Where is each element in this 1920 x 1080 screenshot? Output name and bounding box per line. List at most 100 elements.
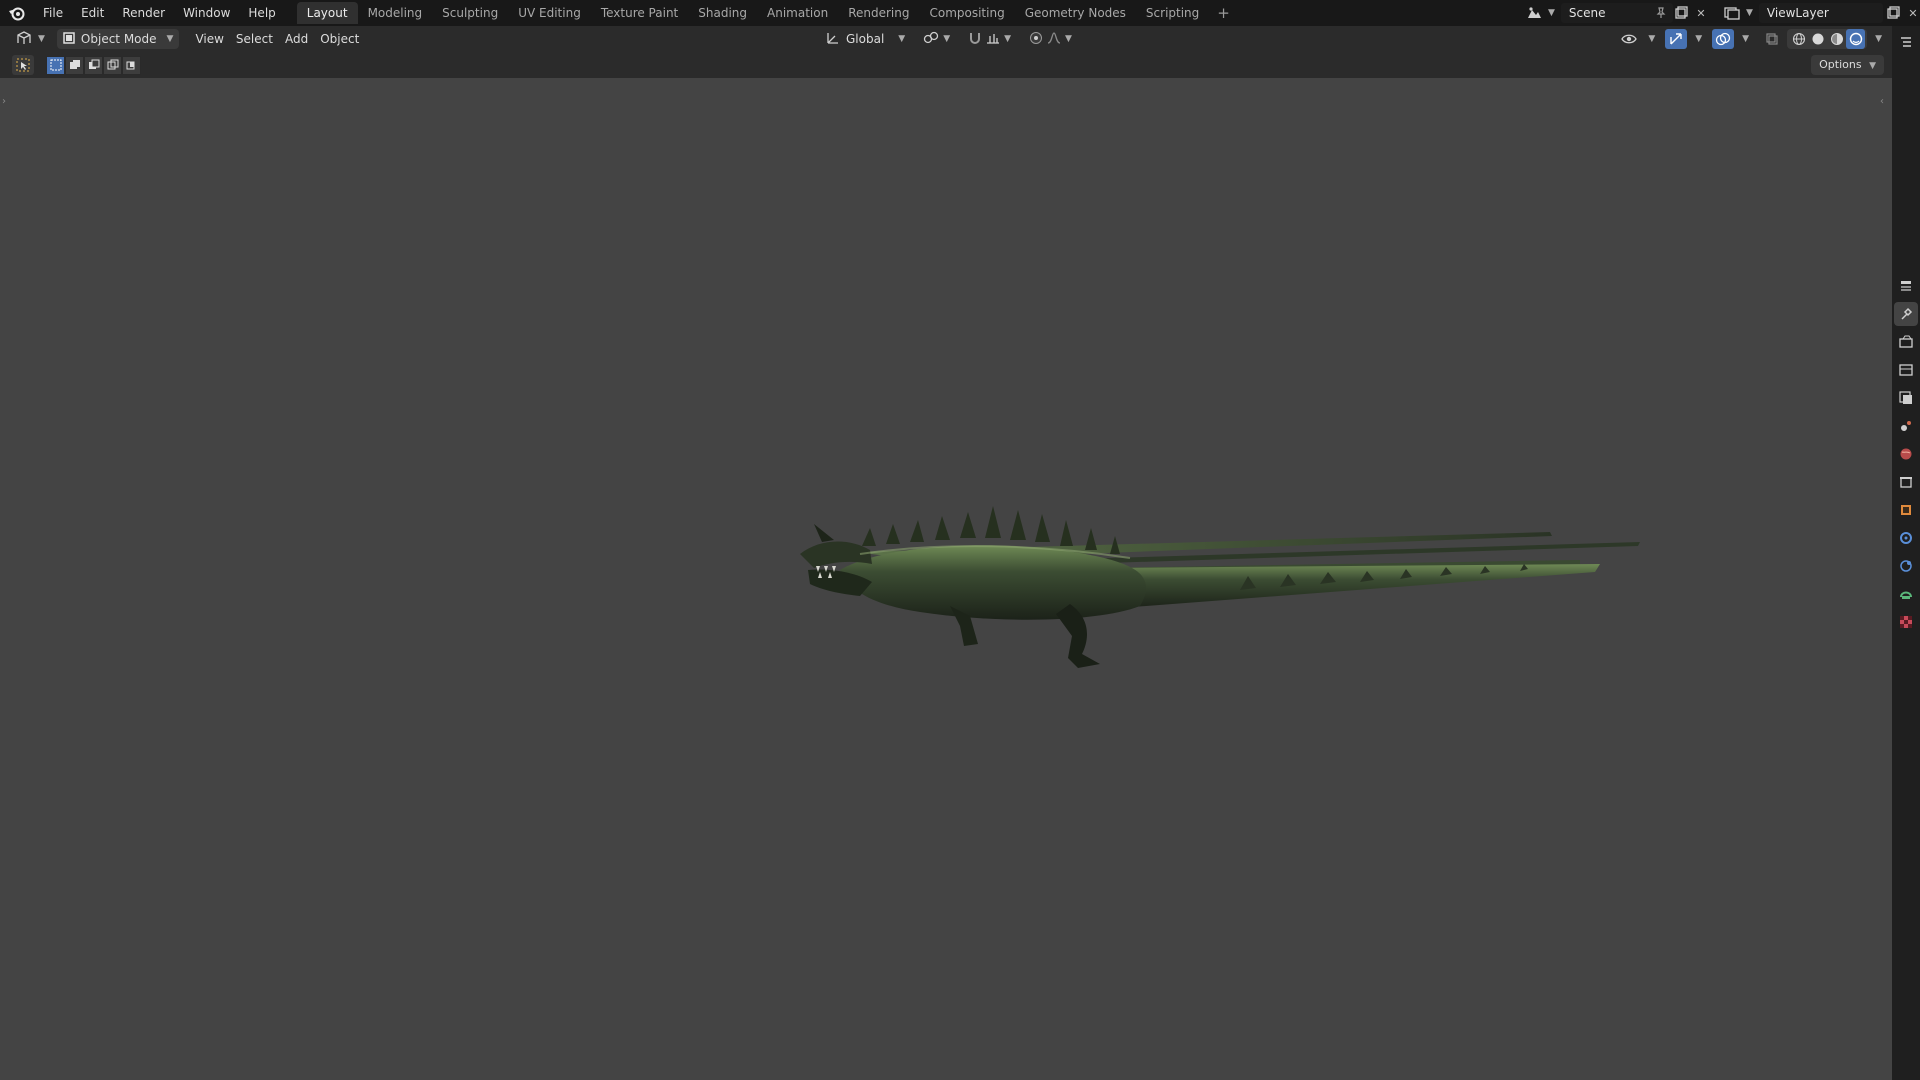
xray-toggle-icon[interactable] [1761, 29, 1783, 49]
editor-type-button[interactable]: ▼ [10, 29, 51, 49]
view-layer-name-field[interactable]: ViewLayer [1758, 3, 1883, 23]
subtract-selection-icon[interactable] [84, 55, 103, 75]
chevron-down-icon[interactable]: ▼ [1746, 8, 1753, 18]
new-view-layer-icon[interactable] [1883, 3, 1903, 23]
options-label: Options [1819, 58, 1862, 71]
chevron-down-icon[interactable]: ▼ [1695, 34, 1702, 44]
menu-edit[interactable]: Edit [72, 0, 113, 26]
chevron-down-icon[interactable]: ▼ [1875, 34, 1882, 44]
menu-help[interactable]: Help [239, 0, 284, 26]
sidebar-expand-arrow-icon[interactable]: ‹ [1880, 96, 1884, 107]
new-scene-icon[interactable] [1671, 3, 1691, 23]
close-icon[interactable]: ✕ [1691, 3, 1711, 23]
close-icon[interactable]: ✕ [1903, 3, 1920, 23]
pivot-icon [923, 31, 939, 48]
selection-mode-group [46, 55, 141, 75]
menu-add[interactable]: Add [279, 29, 314, 49]
shading-mode-group [1787, 29, 1868, 49]
visibility-icon[interactable] [1618, 29, 1640, 49]
tool-icon[interactable] [1894, 302, 1918, 326]
properties-tab-strip [1892, 26, 1920, 1080]
tool-settings-bar: Options ▼ [0, 52, 1892, 78]
solid-shading-icon[interactable] [1808, 29, 1827, 49]
add-workspace-button[interactable]: + [1209, 2, 1238, 24]
options-dropdown[interactable]: Options ▼ [1811, 55, 1884, 75]
scene-icon[interactable] [1524, 3, 1544, 23]
chevron-down-icon: ▼ [898, 34, 906, 44]
tab-uv-editing[interactable]: UV Editing [508, 2, 591, 24]
scene-props-icon[interactable] [1894, 414, 1918, 438]
chevron-down-icon: ▼ [1004, 34, 1012, 44]
tab-texture-paint[interactable]: Texture Paint [591, 2, 688, 24]
pivot-point-dropdown[interactable]: ▼ [917, 29, 956, 49]
chevron-down-icon[interactable]: ▼ [1648, 34, 1655, 44]
viewport-display-tools: ▼ ▼ ▼ ▼ [1618, 29, 1882, 49]
menu-file[interactable]: File [34, 0, 72, 26]
view-layer-props-icon[interactable] [1894, 386, 1918, 410]
object-mode-dropdown[interactable]: Object Mode ▼ [56, 29, 180, 49]
workspace-tabs: Layout Modeling Sculpting UV Editing Tex… [296, 0, 1238, 26]
overlays-toggle-icon[interactable] [1712, 29, 1735, 49]
snap-toggle[interactable]: ▼ [962, 29, 1017, 49]
menu-render[interactable]: Render [113, 0, 174, 26]
menu-object[interactable]: Object [314, 29, 365, 49]
physics-icon[interactable] [1894, 554, 1918, 578]
transform-orientation-dropdown[interactable]: Global ▼ [820, 29, 911, 49]
menu-window[interactable]: Window [174, 0, 239, 26]
modifier-icon[interactable] [1894, 526, 1918, 550]
outliner-icon[interactable] [1895, 32, 1917, 52]
select-box-tool-icon[interactable] [12, 55, 34, 75]
menu-view[interactable]: View [189, 29, 229, 49]
gizmo-toggle-icon[interactable] [1665, 29, 1688, 49]
scene-selector: ▼ Scene ✕ [1524, 2, 1711, 24]
material-preview-shading-icon[interactable] [1827, 29, 1846, 49]
tab-rendering[interactable]: Rendering [838, 2, 919, 24]
falloff-icon [1047, 31, 1061, 48]
set-new-selection-icon[interactable] [46, 55, 65, 75]
tab-scripting[interactable]: Scripting [1136, 2, 1209, 24]
view-layer-selector: ▼ ViewLayer ✕ [1722, 2, 1920, 24]
chevron-down-icon: ▼ [38, 34, 45, 44]
object-mode-icon [63, 31, 75, 47]
view-layer-icon[interactable] [1722, 3, 1742, 23]
render-icon[interactable] [1894, 330, 1918, 354]
texture-icon[interactable] [1894, 610, 1918, 634]
object-icon[interactable] [1894, 498, 1918, 522]
proportional-icon [1029, 31, 1043, 48]
tab-shading[interactable]: Shading [688, 2, 757, 24]
intersect-selection-icon[interactable] [122, 55, 141, 75]
snap-target-icon [986, 31, 1000, 48]
properties-editor-icon[interactable] [1894, 274, 1918, 298]
viewport-header: ▼ Object Mode ▼ View Select Add Object G… [0, 26, 1892, 52]
tab-geometry-nodes[interactable]: Geometry Nodes [1015, 2, 1136, 24]
chevron-down-icon: ▼ [943, 34, 951, 44]
transform-orientation-label: Global [846, 32, 885, 46]
toolbar-expand-arrow-icon[interactable]: › [2, 96, 6, 107]
world-icon[interactable] [1894, 442, 1918, 466]
proportional-editing-toggle[interactable]: ▼ [1023, 29, 1078, 49]
top-menu-bar: File Edit Render Window Help Layout Mode… [0, 0, 1920, 26]
tab-compositing[interactable]: Compositing [919, 2, 1014, 24]
magnet-icon [968, 31, 982, 48]
tab-animation[interactable]: Animation [757, 2, 838, 24]
rendered-shading-icon[interactable] [1846, 29, 1866, 49]
menu-select[interactable]: Select [230, 29, 279, 49]
extend-selection-icon[interactable] [65, 55, 84, 75]
pin-icon[interactable] [1651, 3, 1671, 23]
constraint-icon[interactable] [1894, 582, 1918, 606]
blender-logo-icon[interactable] [0, 0, 34, 26]
wireframe-shading-icon[interactable] [1789, 29, 1808, 49]
blender-window: File Edit Render Window Help Layout Mode… [0, 0, 1920, 1080]
3d-viewport[interactable]: › ‹ [0, 78, 1892, 1080]
collection-icon[interactable] [1894, 470, 1918, 494]
invert-selection-icon[interactable] [103, 55, 122, 75]
chevron-down-icon: ▼ [1065, 34, 1072, 44]
tab-modeling[interactable]: Modeling [358, 2, 433, 24]
tab-sculpting[interactable]: Sculpting [432, 2, 508, 24]
tab-layout[interactable]: Layout [296, 2, 358, 24]
dragon-model[interactable] [800, 498, 1650, 698]
output-icon[interactable] [1894, 358, 1918, 382]
chevron-down-icon[interactable]: ▼ [1548, 8, 1555, 18]
orientation-icon [826, 31, 840, 48]
chevron-down-icon[interactable]: ▼ [1742, 34, 1749, 44]
